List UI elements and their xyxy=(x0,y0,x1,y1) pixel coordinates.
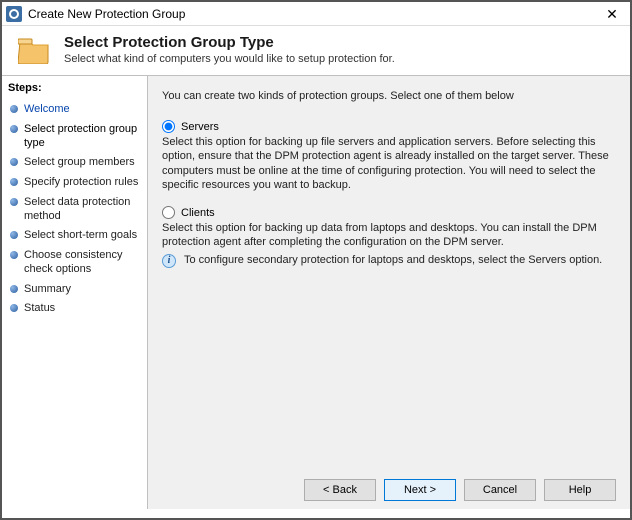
step-item: Select data protection method xyxy=(8,193,143,227)
steps-heading: Steps: xyxy=(8,82,143,94)
intro-text: You can create two kinds of protection g… xyxy=(162,90,616,102)
step-label: Summary xyxy=(24,283,71,297)
step-item: Status xyxy=(8,299,143,319)
back-button[interactable]: < Back xyxy=(304,479,376,501)
step-bullet-icon xyxy=(10,105,18,113)
step-bullet-icon xyxy=(10,125,18,133)
radio-clients-label: Clients xyxy=(181,207,215,219)
step-label: Select data protection method xyxy=(24,196,143,224)
step-item: Select short-term goals xyxy=(8,226,143,246)
radio-clients-input[interactable] xyxy=(162,206,175,219)
step-item: Choose consistency check options xyxy=(8,246,143,280)
next-button[interactable]: Next > xyxy=(384,479,456,501)
step-item: Specify protection rules xyxy=(8,173,143,193)
folder-icon xyxy=(18,36,50,64)
titlebar: Create New Protection Group ✕ xyxy=(2,2,630,26)
step-label: Specify protection rules xyxy=(24,176,138,190)
radio-servers-label: Servers xyxy=(181,121,219,133)
radio-clients[interactable]: Clients xyxy=(162,206,616,219)
help-button[interactable]: Help xyxy=(544,479,616,501)
page-title: Select Protection Group Type xyxy=(64,34,395,51)
window-title: Create New Protection Group xyxy=(28,7,598,21)
main-panel: You can create two kinds of protection g… xyxy=(147,75,630,509)
step-item: Summary xyxy=(8,280,143,300)
step-item: Select group members xyxy=(8,153,143,173)
clients-info-text: To configure secondary protection for la… xyxy=(184,254,602,266)
info-icon: i xyxy=(162,254,176,268)
radio-servers[interactable]: Servers xyxy=(162,120,616,133)
step-bullet-icon xyxy=(10,285,18,293)
step-label[interactable]: Welcome xyxy=(24,103,70,117)
step-bullet-icon xyxy=(10,198,18,206)
step-label: Choose consistency check options xyxy=(24,249,143,277)
step-label: Status xyxy=(24,302,55,316)
page-subtitle: Select what kind of computers you would … xyxy=(64,53,395,65)
servers-description: Select this option for backing up file s… xyxy=(162,135,616,192)
step-bullet-icon xyxy=(10,178,18,186)
clients-info-row: i To configure secondary protection for … xyxy=(162,254,616,268)
wizard-header: Select Protection Group Type Select what… xyxy=(2,26,630,75)
step-bullet-icon xyxy=(10,304,18,312)
clients-description: Select this option for backing up data f… xyxy=(162,221,616,250)
close-button[interactable]: ✕ xyxy=(598,4,626,24)
step-bullet-icon xyxy=(10,231,18,239)
option-servers: Servers Select this option for backing u… xyxy=(162,120,616,192)
cancel-button[interactable]: Cancel xyxy=(464,479,536,501)
step-label: Select group members xyxy=(24,156,135,170)
step-item[interactable]: Welcome xyxy=(8,100,143,120)
step-label: Select short-term goals xyxy=(24,229,137,243)
steps-sidebar: Steps: Welcome Select protection group ty… xyxy=(2,75,147,509)
step-item: Select protection group type xyxy=(8,120,143,154)
step-bullet-icon xyxy=(10,251,18,259)
radio-servers-input[interactable] xyxy=(162,120,175,133)
app-icon xyxy=(6,6,22,22)
option-clients: Clients Select this option for backing u… xyxy=(162,206,616,268)
step-label: Select protection group type xyxy=(24,123,143,151)
button-bar: < Back Next > Cancel Help xyxy=(162,469,616,501)
step-bullet-icon xyxy=(10,158,18,166)
